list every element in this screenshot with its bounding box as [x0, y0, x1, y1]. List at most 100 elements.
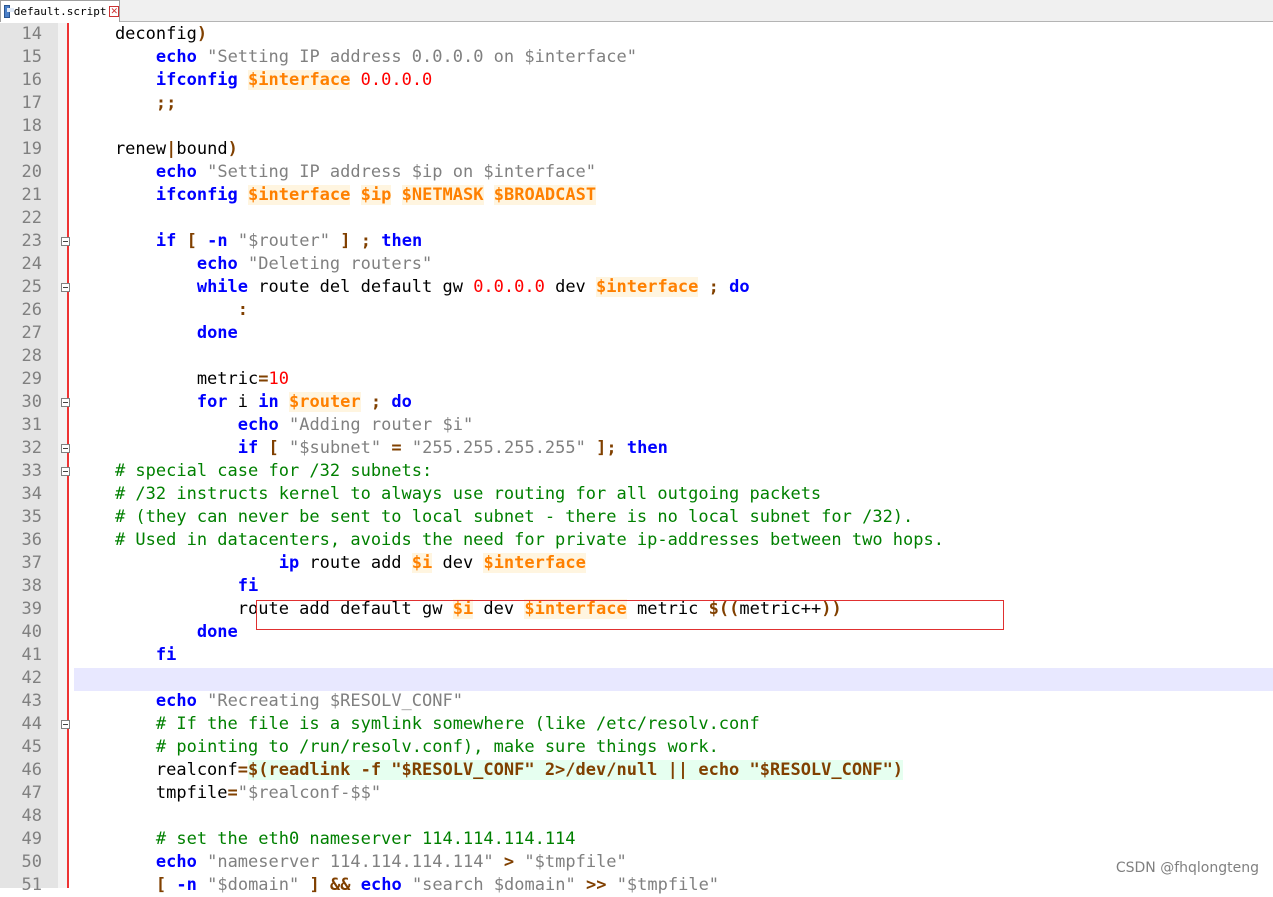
code-token: $interface: [248, 70, 351, 90]
code-token: [: [268, 438, 279, 458]
line-number: 37: [21, 553, 42, 573]
tab-default-script[interactable]: default.script ✕: [0, 0, 120, 22]
line-number: 42: [21, 668, 42, 688]
code-token: i: [227, 392, 259, 412]
code-token: "$tmpfile": [616, 875, 720, 895]
code-token: echo: [155, 162, 197, 182]
code-line[interactable]: ;;: [74, 92, 176, 115]
code-token: ): [227, 139, 238, 159]
code-token: while: [196, 277, 249, 297]
code-token: "$router": [237, 231, 330, 251]
code-token: then: [626, 438, 668, 458]
code-token: in: [258, 392, 279, 412]
code-line[interactable]: ifconfig $interface 0.0.0.0: [74, 69, 432, 92]
code-line[interactable]: echo "Setting IP address $ip on $interfa…: [74, 161, 596, 184]
code-token: "$tmpfile": [524, 852, 627, 872]
code-token: then: [381, 231, 423, 251]
fold-toggle-icon[interactable]: [61, 720, 70, 729]
line-number: 24: [21, 254, 42, 274]
code-line[interactable]: echo "nameserver 114.114.114.114" > "$tm…: [74, 851, 627, 874]
code-line[interactable]: echo "Setting IP address 0.0.0.0 on $int…: [74, 46, 637, 69]
code-line[interactable]: metric=10: [74, 368, 289, 391]
code-line[interactable]: [ -n "$domain" ] && echo "search $domain…: [74, 874, 719, 897]
code-token: -n: [207, 231, 228, 251]
code-token: ifconfig: [155, 185, 238, 205]
code-line[interactable]: echo "Adding router $i": [74, 414, 473, 437]
code-token: $interface: [596, 277, 699, 297]
code-token: echo: [155, 47, 197, 67]
code-line[interactable]: tmpfile="$realconf-$$": [74, 782, 381, 805]
fold-toggle-icon[interactable]: [61, 444, 70, 453]
code-line[interactable]: # pointing to /run/resolv.conf), make su…: [74, 736, 719, 759]
code-line[interactable]: # special case for /32 subnets:: [74, 460, 432, 483]
code-line[interactable]: done: [74, 621, 238, 644]
code-line[interactable]: while route del default gw 0.0.0.0 dev $…: [74, 276, 750, 299]
close-tab-icon[interactable]: ✕: [109, 6, 119, 17]
code-line[interactable]: # Used in datacenters, avoids the need f…: [74, 529, 944, 552]
code-token: >>: [585, 875, 607, 895]
code-line[interactable]: fi: [74, 644, 176, 667]
code-token: |: [166, 139, 177, 159]
code-token: dev: [432, 553, 484, 573]
code-line[interactable]: fi: [74, 575, 258, 598]
code-token: echo: [360, 875, 402, 895]
code-token: ifconfig: [155, 70, 238, 90]
line-number: 46: [21, 760, 42, 780]
code-token: # set the eth0 nameserver 114.114.114.11…: [155, 829, 576, 849]
code-token: tmpfile: [74, 783, 228, 803]
fold-toggle-icon[interactable]: [61, 283, 70, 292]
code-token: # /32 instructs kernel to always use rou…: [114, 484, 822, 504]
fold-toggle-icon[interactable]: [61, 398, 70, 407]
code-line[interactable]: done: [74, 322, 238, 345]
code-line[interactable]: ifconfig $interface $ip $NETMASK $BROADC…: [74, 184, 597, 207]
code-token: >: [503, 852, 515, 872]
line-number: 30: [21, 392, 42, 412]
code-line[interactable]: :: [74, 299, 248, 322]
code-token: ]: [340, 231, 351, 251]
line-number: 35: [21, 507, 42, 527]
tab-label: default.script: [13, 5, 107, 18]
code-line[interactable]: # /32 instructs kernel to always use rou…: [74, 483, 821, 506]
code-line[interactable]: ip route add $i dev $interface: [74, 552, 586, 575]
code-line[interactable]: if [ -n "$router" ] ; then: [74, 230, 422, 253]
code-line[interactable]: echo "Recreating $RESOLV_CONF": [74, 690, 463, 713]
code-token: =: [237, 760, 249, 780]
fold-toggle-icon[interactable]: [61, 467, 70, 476]
code-line[interactable]: echo "Deleting routers": [74, 253, 432, 276]
code-token: [: [186, 231, 197, 251]
code-line[interactable]: deconfig): [74, 23, 207, 46]
line-number: 17: [21, 93, 42, 113]
code-line[interactable]: renew|bound): [74, 138, 238, 161]
line-number: 43: [21, 691, 42, 711]
code-line[interactable]: realconf=$(readlink -f "$RESOLV_CONF" 2>…: [74, 759, 904, 782]
line-number: 34: [21, 484, 42, 504]
code-line[interactable]: # If the file is a symlink somewhere (li…: [74, 713, 760, 736]
code-token: fi: [237, 576, 259, 596]
code-line[interactable]: for i in $router ; do: [74, 391, 412, 414]
code-line[interactable]: # (they can never be sent to local subne…: [74, 506, 913, 529]
code-token: echo: [196, 254, 238, 274]
line-number: 22: [21, 208, 42, 228]
code-line[interactable]: # set the eth0 nameserver 114.114.114.11…: [74, 828, 576, 851]
current-line-highlight: [74, 668, 1273, 691]
code-token: # (they can never be sent to local subne…: [114, 507, 914, 527]
code-token: fi: [155, 645, 177, 665]
fold-toggle-icon[interactable]: [61, 237, 70, 246]
code-line[interactable]: if [ "$subnet" = "255.255.255.255" ]; th…: [74, 437, 668, 460]
line-number: 20: [21, 162, 42, 182]
line-number: 29: [21, 369, 42, 389]
